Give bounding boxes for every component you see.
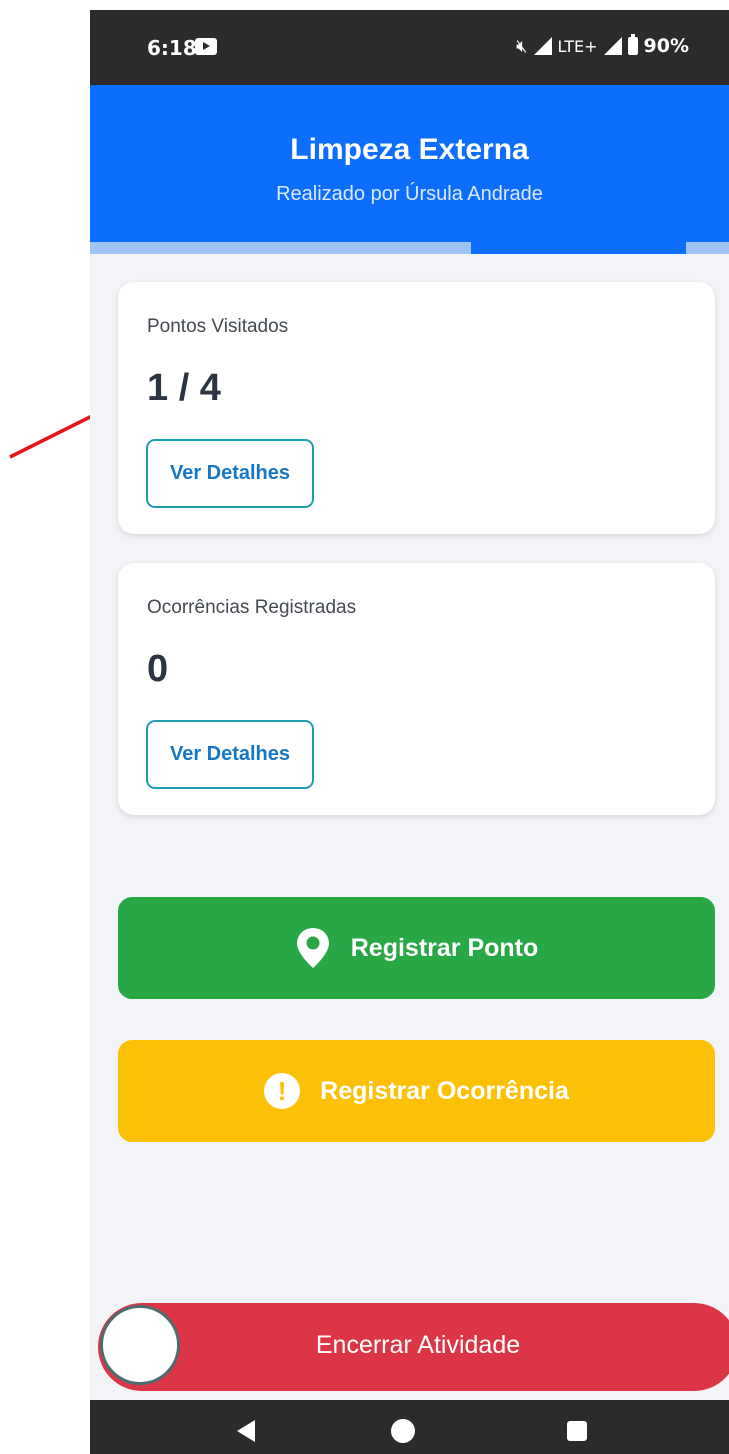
tab-indicator xyxy=(471,242,686,254)
back-icon[interactable] xyxy=(237,1420,255,1442)
system-nav-bar xyxy=(90,1400,729,1454)
register-occurrence-label: Registrar Ocorrência xyxy=(320,1076,569,1105)
recents-icon[interactable] xyxy=(567,1421,587,1441)
visited-points-label: Pontos Visitados xyxy=(147,316,289,337)
status-bar: 6:18 🔇︎ LTE+ 90% xyxy=(90,10,729,85)
tab-indicator-track xyxy=(90,242,729,254)
battery-icon xyxy=(627,34,638,55)
status-icons: 🔇︎ LTE+ 90% xyxy=(516,34,689,57)
end-activity-label: Encerrar Atividade xyxy=(315,1331,521,1359)
mute-icon: 🔇︎ xyxy=(516,35,528,57)
register-point-label: Registrar Ponto xyxy=(350,933,539,962)
occurrences-details-button[interactable]: Ver Detalhes xyxy=(146,720,314,789)
page-title: Limpeza Externa xyxy=(290,133,529,166)
signal-icon xyxy=(533,37,552,55)
phone-screen: 6:18 🔇︎ LTE+ 90% Limpeza Externa Realiza… xyxy=(90,10,729,1454)
app-header: Limpeza Externa Realizado por Úrsula And… xyxy=(90,85,729,242)
register-point-button[interactable]: Registrar Ponto xyxy=(118,897,715,999)
register-occurrence-button[interactable]: ! Registrar Ocorrência xyxy=(118,1040,715,1142)
visited-points-details-button[interactable]: Ver Detalhes xyxy=(146,439,314,508)
signal-icon-2 xyxy=(603,37,622,55)
visited-points-value: 1 / 4 xyxy=(147,367,221,409)
occurrences-value: 0 xyxy=(147,648,169,690)
battery-percentage: 90% xyxy=(643,35,689,57)
status-time: 6:18 xyxy=(147,36,197,60)
map-pin-icon xyxy=(296,928,329,968)
slider-handle[interactable] xyxy=(100,1305,180,1385)
page-subtitle: Realizado por Úrsula Andrade xyxy=(276,183,543,205)
network-type: LTE+ xyxy=(557,36,598,56)
visited-points-card: Pontos Visitados 1 / 4 Ver Detalhes xyxy=(118,282,715,534)
alert-icon: ! xyxy=(264,1073,301,1109)
home-icon[interactable] xyxy=(391,1419,415,1443)
youtube-icon xyxy=(195,38,217,55)
occurrences-card: Ocorrências Registradas 0 Ver Detalhes xyxy=(118,563,715,815)
end-activity-slider[interactable]: Encerrar Atividade xyxy=(98,1303,729,1391)
occurrences-label: Ocorrências Registradas xyxy=(147,597,357,618)
